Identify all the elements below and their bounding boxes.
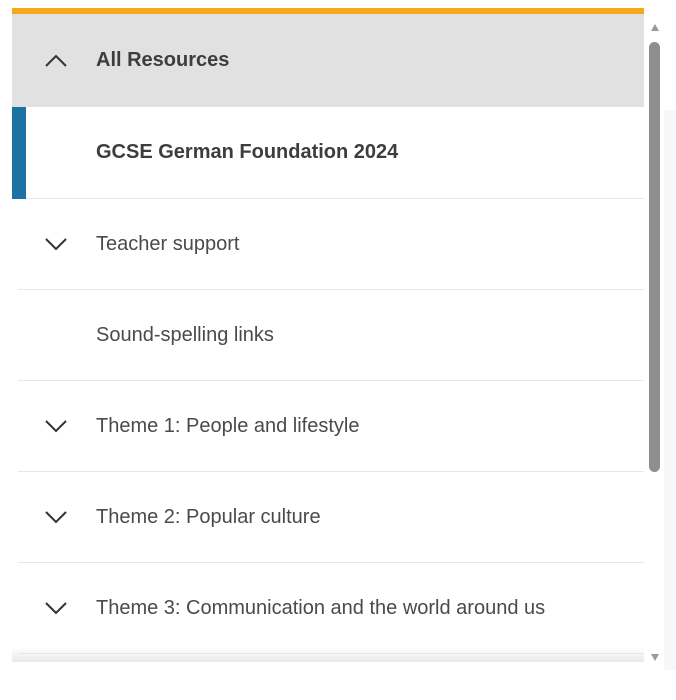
nav-item-label: GCSE German Foundation 2024 (96, 141, 399, 163)
resources-page: All Resources GCSE German Foundation 202… (0, 0, 676, 700)
scrollbar-thumb[interactable] (649, 42, 660, 472)
all-resources-label: All Resources (96, 49, 230, 71)
content-pane-edge (664, 110, 676, 670)
all-resources-toggle[interactable]: All Resources (12, 14, 644, 107)
active-item-marker (12, 107, 26, 199)
nav-item-theme-1[interactable]: Theme 1: People and lifestyle (18, 381, 644, 472)
scroll-down-arrow-icon[interactable] (651, 654, 659, 661)
nav-item-teacher-support[interactable]: Teacher support (18, 199, 644, 290)
chevron-down-icon (45, 511, 67, 524)
list-bottom-fade (12, 648, 644, 662)
nav-item-theme-2[interactable]: Theme 2: Popular culture (18, 472, 644, 563)
nav-item-label: Teacher support (96, 232, 240, 255)
scroll-up-arrow-icon[interactable] (651, 24, 659, 31)
resources-nav-panel: All Resources GCSE German Foundation 202… (12, 14, 644, 656)
nav-item-label: Theme 3: Communication and the world aro… (96, 596, 546, 619)
chevron-down-icon (45, 420, 67, 433)
chevron-down-icon (45, 602, 67, 615)
nav-item-label: Theme 1: People and lifestyle (96, 414, 360, 437)
nav-item-theme-3[interactable]: Theme 3: Communication and the world aro… (18, 563, 644, 654)
nav-item-sound-spelling-links[interactable]: Sound-spelling links (18, 290, 644, 381)
nav-item-label: Theme 2: Popular culture (96, 505, 321, 528)
nav-item-label: Sound-spelling links (96, 323, 274, 346)
chevron-up-icon (45, 54, 67, 67)
nav-item-gcse-german-foundation-2024[interactable]: GCSE German Foundation 2024 (12, 107, 644, 199)
vertical-scrollbar[interactable] (646, 14, 664, 670)
chevron-down-icon (45, 238, 67, 251)
